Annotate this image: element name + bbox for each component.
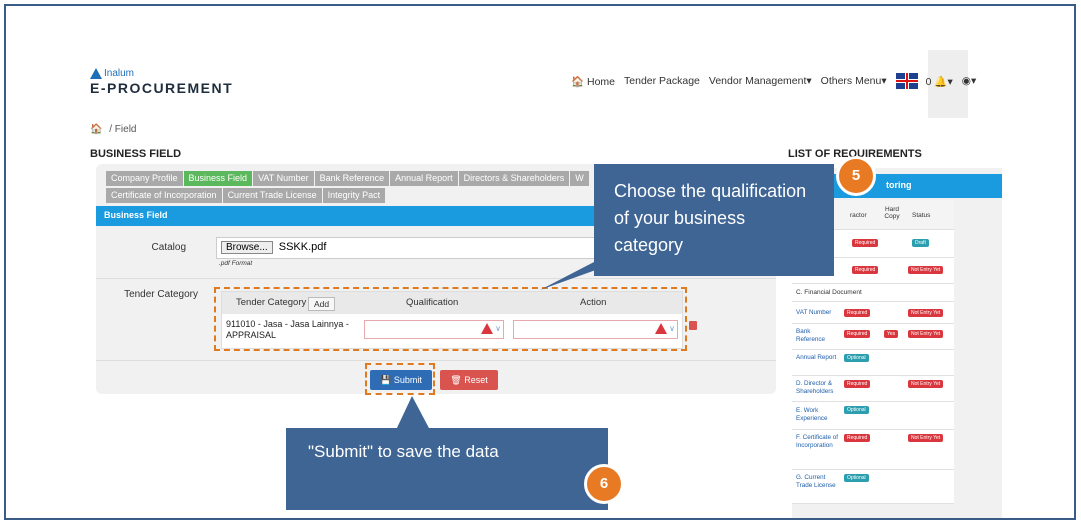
file-format-hint: .pdf Format [219, 260, 253, 267]
table-row: G. Current Trade License Optional [792, 470, 954, 504]
tab-bank-reference[interactable]: Bank Reference [314, 171, 390, 186]
optional-badge: Optional [844, 354, 869, 362]
table-row: F. Certificate of Incorporation Required… [792, 430, 954, 470]
requirement-link[interactable]: VAT Number [796, 309, 840, 317]
col-contractor: ractor [850, 212, 867, 219]
tab-directors-shareholders[interactable]: Directors & Shareholders [458, 171, 570, 186]
col-status: Status [912, 212, 931, 219]
required-badge: Required [852, 239, 879, 247]
logo-mark-icon [90, 68, 102, 79]
reset-button[interactable]: 🗑 Reset [440, 370, 498, 390]
status-badge: Not Entry Yet [908, 330, 944, 338]
step-5-badge: 5 [836, 156, 876, 196]
requirement-link[interactable]: E. Work Experience [796, 407, 840, 422]
caret-down-icon: ▾ [881, 75, 887, 87]
nav-tender-package[interactable]: Tender Package [624, 75, 700, 87]
notification-count: 0 [925, 75, 932, 88]
requirement-link[interactable]: Annual Report [796, 354, 840, 362]
tab-work-experience[interactable]: W [570, 171, 589, 186]
col-hard-copy: Hard Copy [884, 206, 900, 220]
required-badge: Required [844, 380, 871, 388]
tender-category-label: Tender Category [124, 289, 198, 300]
tab-certificate-incorporation[interactable]: Certificate of Incorporation [106, 188, 222, 203]
nav-home[interactable]: 🏠 Home [571, 75, 615, 88]
caret-down-icon: ▾ [806, 75, 812, 87]
page-title: BUSINESS FIELD [90, 148, 182, 160]
logo-small-text: Inalum [104, 68, 135, 79]
status-badge: Not Entry Yet [908, 434, 944, 442]
bell-icon: 🔔 [934, 75, 948, 88]
highlight-category-table [214, 287, 687, 351]
status-badge: Not Entry Yet [908, 309, 944, 317]
home-icon[interactable]: 🏠 [90, 124, 102, 135]
requirement-link[interactable]: G. Current Trade License [796, 474, 840, 489]
status-badge: Draft [912, 239, 929, 247]
optional-badge: Optional [844, 406, 869, 414]
breadcrumb: 🏠 / Field [90, 124, 137, 135]
notification-button[interactable]: 0 🔔▾ [926, 75, 953, 88]
required-badge: Required [852, 266, 879, 274]
file-name: SSKK.pdf [278, 241, 327, 253]
user-icon: ◉ [961, 75, 971, 87]
logo[interactable]: Inalum E-PROCUREMENT [90, 68, 233, 96]
required-badge: Required [844, 309, 871, 317]
tab-trade-license[interactable]: Current Trade License [222, 188, 322, 203]
tab-vat-number[interactable]: VAT Number [253, 171, 314, 186]
required-badge: Required [844, 434, 871, 442]
screenshot-frame: Inalum E-PROCUREMENT 🏠 Home Tender Packa… [4, 4, 1076, 520]
requirement-link[interactable]: D. Director & Shareholders [796, 380, 840, 395]
top-nav: 🏠 Home Tender Package Vendor Management▾… [571, 73, 985, 89]
logo-main-text: E-PROCUREMENT [90, 80, 234, 96]
required-badge: Required [844, 330, 871, 338]
section-label: C. Financial Document [796, 289, 862, 296]
tab-business-field[interactable]: Business Field [183, 171, 253, 186]
uk-flag-icon[interactable] [895, 73, 918, 89]
nav-others-menu[interactable]: Others Menu▾ [821, 75, 887, 87]
requirement-link[interactable]: Bank Reference [796, 328, 840, 343]
user-menu-button[interactable]: ◉▾ [962, 75, 976, 87]
nav-others-label: Others Menu [820, 75, 882, 87]
nav-home-label: Home [587, 75, 616, 88]
catalog-file-input[interactable]: Browse... SSKK.pdf [216, 237, 596, 259]
breadcrumb-current: Field [114, 124, 137, 135]
table-row: VAT Number Required Not Entry Yet [792, 302, 954, 324]
step-6-badge: 6 [584, 464, 624, 504]
divider [96, 278, 776, 279]
table-row: Bank Reference Required Yes Not Entry Ye… [792, 324, 954, 350]
callout-step-6: "Submit" to save the data [286, 428, 608, 510]
status-badge: Not Entry Yet [908, 380, 944, 388]
browse-button[interactable]: Browse... [221, 241, 273, 254]
table-row: E. Work Experience Optional [792, 402, 954, 430]
table-row: C. Financial Document [792, 284, 954, 302]
requirements-bar-title: toring [886, 180, 912, 190]
catalog-label: Catalog [151, 242, 186, 253]
requirement-link[interactable]: F. Certificate of Incorporation [796, 434, 840, 449]
optional-badge: Optional [844, 474, 869, 482]
reset-label: Reset [464, 375, 488, 385]
callout-step-5: Choose the qualification of your busines… [594, 164, 834, 276]
tab-company-profile[interactable]: Company Profile [106, 171, 183, 186]
tab-bar: Company Profile Business Field VAT Number B… [106, 171, 666, 205]
tab-integrity-pact[interactable]: Integrity Pact [322, 188, 386, 203]
highlight-submit [365, 363, 435, 395]
tab-annual-report[interactable]: Annual Report [390, 171, 458, 186]
hardcopy-badge: Yes [884, 330, 899, 338]
delete-row-icon[interactable] [689, 321, 697, 330]
status-badge: Not Entry Yet [908, 266, 944, 274]
nav-vendor-management[interactable]: Vendor Management▾ [709, 75, 812, 87]
nav-vendor-label: Vendor Management [708, 75, 807, 87]
table-row: Annual Report Optional [792, 350, 954, 376]
divider [96, 360, 776, 361]
table-row: D. Director & Shareholders Required Not … [792, 376, 954, 402]
